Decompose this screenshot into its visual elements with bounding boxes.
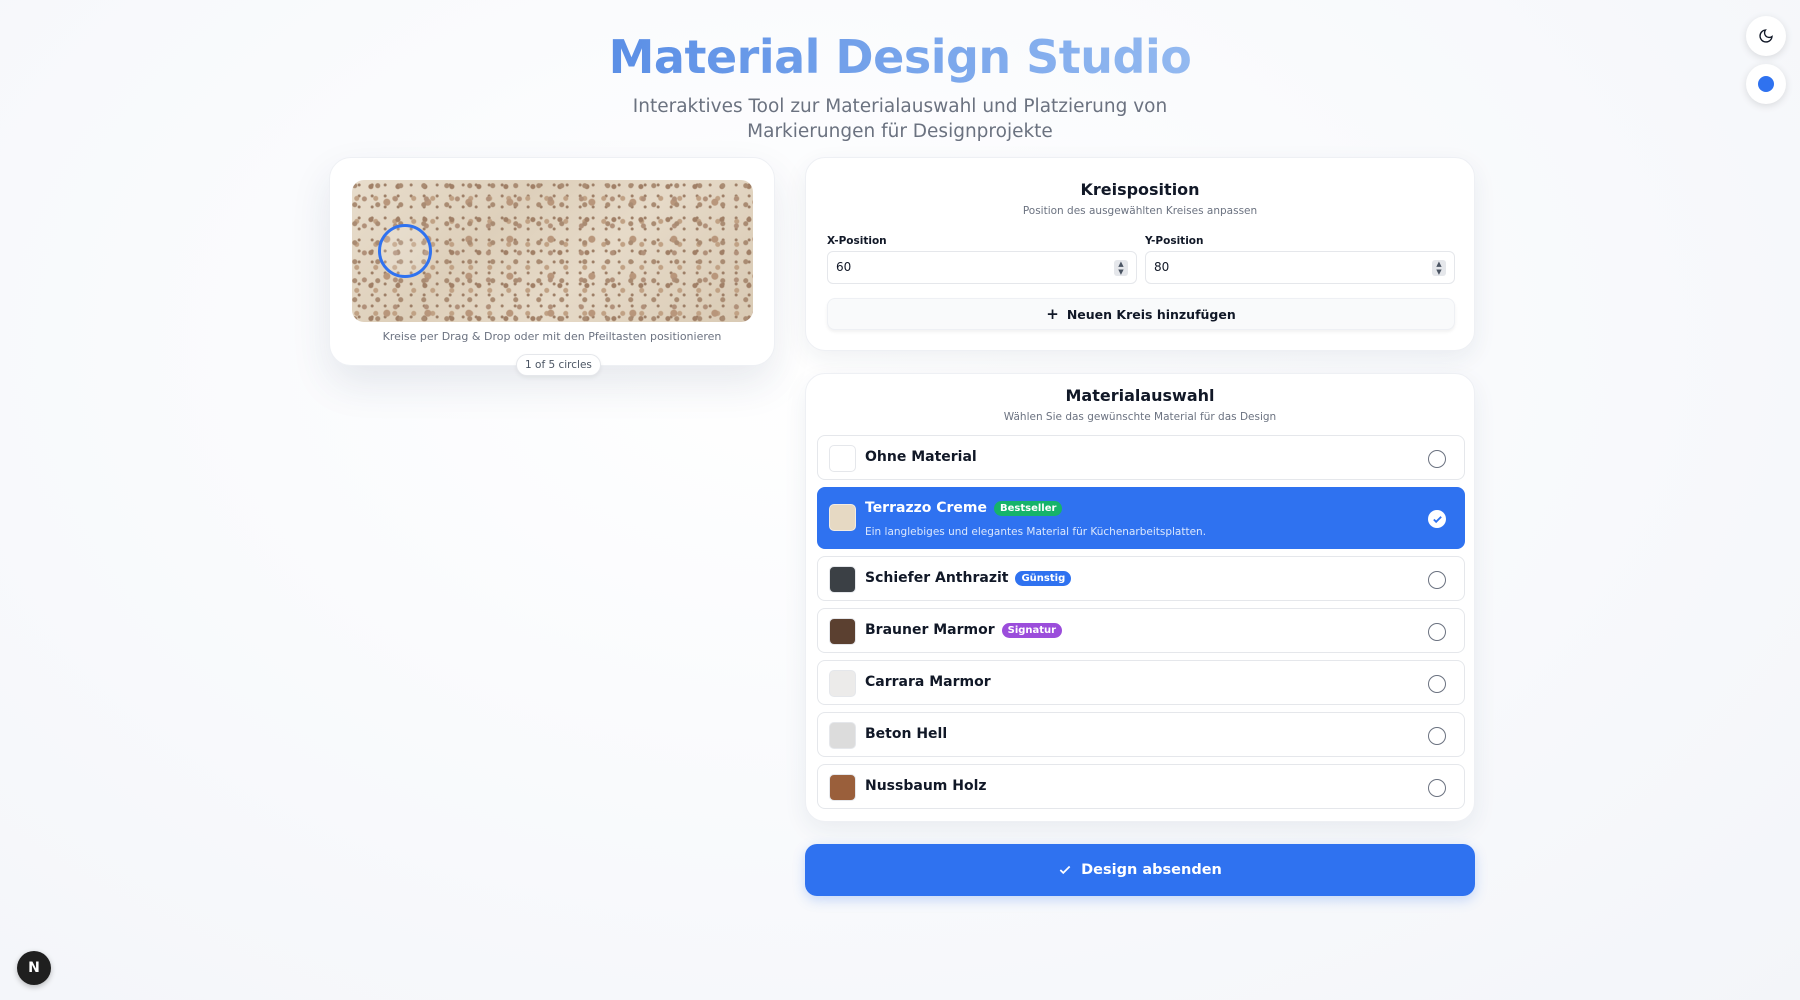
radio-icon[interactable] bbox=[1428, 675, 1446, 693]
material-swatch bbox=[829, 618, 856, 645]
x-spinner-icon[interactable]: ▲ ▼ bbox=[1114, 260, 1128, 276]
material-name: Beton Hell bbox=[865, 726, 948, 742]
dev-badge-letter: N bbox=[28, 960, 40, 976]
plus-icon: + bbox=[1046, 304, 1059, 323]
material-title: Materialauswahl bbox=[1065, 386, 1215, 405]
radio-checked-icon[interactable] bbox=[1428, 510, 1446, 528]
material-option[interactable]: Schiefer Anthrazit Günstig bbox=[817, 556, 1465, 601]
material-name: Schiefer Anthrazit bbox=[865, 570, 1009, 586]
material-badge: Günstig bbox=[1015, 570, 1072, 586]
material-swatch bbox=[829, 774, 856, 801]
position-title: Kreisposition bbox=[1080, 180, 1200, 199]
material-name-row: Schiefer Anthrazit Günstig bbox=[865, 570, 1072, 586]
x-position-input[interactable]: 60 ▲ ▼ bbox=[827, 251, 1137, 284]
y-spinner-icon[interactable]: ▲ ▼ bbox=[1432, 260, 1446, 276]
material-swatch bbox=[829, 504, 856, 531]
submit-label: Design absenden bbox=[1081, 862, 1222, 878]
radio-icon[interactable] bbox=[1428, 727, 1446, 745]
radio-icon[interactable] bbox=[1428, 779, 1446, 797]
circle-counter: 1 of 5 circles bbox=[516, 354, 601, 376]
material-name: Brauner Marmor bbox=[865, 622, 995, 638]
radio-icon[interactable] bbox=[1428, 571, 1446, 589]
material-badge: Signatur bbox=[1001, 622, 1063, 638]
position-subtitle: Position des ausgewählten Kreises anpass… bbox=[1022, 205, 1258, 217]
circle-marker[interactable] bbox=[378, 224, 432, 278]
dev-badge[interactable]: N bbox=[17, 951, 51, 985]
material-option[interactable]: Carrara Marmor bbox=[817, 660, 1465, 705]
check-icon bbox=[1059, 865, 1071, 875]
material-subtitle: Wählen Sie das gewünschte Material für d… bbox=[1003, 411, 1277, 423]
material-name-row: Carrara Marmor bbox=[865, 674, 991, 690]
position-card: Kreisposition Position des ausgewählten … bbox=[805, 157, 1475, 351]
material-preview-image[interactable] bbox=[352, 180, 753, 322]
material-option[interactable]: Brauner Marmor Signatur bbox=[817, 608, 1465, 653]
material-name: Carrara Marmor bbox=[865, 674, 991, 690]
page-title: Material Design Studio bbox=[608, 30, 1192, 84]
material-name: Terrazzo Creme bbox=[865, 500, 987, 516]
material-name-row: Beton Hell bbox=[865, 726, 947, 742]
theme-toggle-button[interactable] bbox=[1746, 16, 1786, 56]
material-option[interactable]: Ohne Material bbox=[817, 435, 1465, 480]
material-option[interactable]: Beton Hell bbox=[817, 712, 1465, 757]
material-option[interactable]: Nussbaum Holz bbox=[817, 764, 1465, 809]
moon-icon bbox=[1759, 29, 1773, 43]
material-name-row: Terrazzo Creme Bestseller bbox=[865, 500, 1063, 516]
page-header: Material Design Studio Interaktives Tool… bbox=[0, 30, 1800, 144]
radio-icon[interactable] bbox=[1428, 450, 1446, 468]
add-circle-label: Neuen Kreis hinzufügen bbox=[1066, 306, 1236, 322]
y-position-label: Y-Position bbox=[1145, 235, 1204, 247]
submit-design-button[interactable]: Design absenden bbox=[805, 844, 1475, 896]
material-swatch bbox=[829, 670, 856, 697]
material-swatch bbox=[829, 722, 856, 749]
material-description: Ein langlebiges und elegantes Material f… bbox=[865, 526, 1207, 538]
preview-hint: Kreise per Drag & Drop oder mit den Pfei… bbox=[382, 330, 722, 343]
material-card: Materialauswahl Wählen Sie das gewünscht… bbox=[805, 373, 1475, 822]
material-name-row: Ohne Material bbox=[865, 449, 977, 465]
preview-card: Kreise per Drag & Drop oder mit den Pfei… bbox=[329, 157, 775, 376]
radio-icon[interactable] bbox=[1428, 623, 1446, 641]
material-list: Ohne Material Terrazzo Creme Bestseller Ein… bbox=[817, 435, 1465, 816]
add-circle-button[interactable]: + Neuen Kreis hinzufügen bbox=[827, 298, 1455, 330]
material-name-row: Nussbaum Holz bbox=[865, 778, 987, 794]
y-position-value: 80 bbox=[1154, 260, 1170, 274]
x-position-label: X-Position bbox=[827, 235, 887, 247]
x-position-value: 60 bbox=[836, 260, 852, 274]
material-swatch bbox=[829, 445, 856, 472]
page-subtitle: Interaktives Tool zur Materialauswahl un… bbox=[632, 96, 1168, 142]
material-name: Nussbaum Holz bbox=[865, 778, 987, 794]
y-position-input[interactable]: 80 ▲ ▼ bbox=[1145, 251, 1455, 284]
material-swatch bbox=[829, 566, 856, 593]
material-option[interactable]: Terrazzo Creme Bestseller Ein langlebiges … bbox=[817, 487, 1465, 549]
material-name: Ohne Material bbox=[865, 449, 977, 465]
color-picker-button[interactable] bbox=[1746, 64, 1786, 104]
material-name-row: Brauner Marmor Signatur bbox=[865, 622, 1063, 638]
material-badge: Bestseller bbox=[994, 500, 1063, 516]
blue-dot-icon bbox=[1758, 76, 1774, 92]
